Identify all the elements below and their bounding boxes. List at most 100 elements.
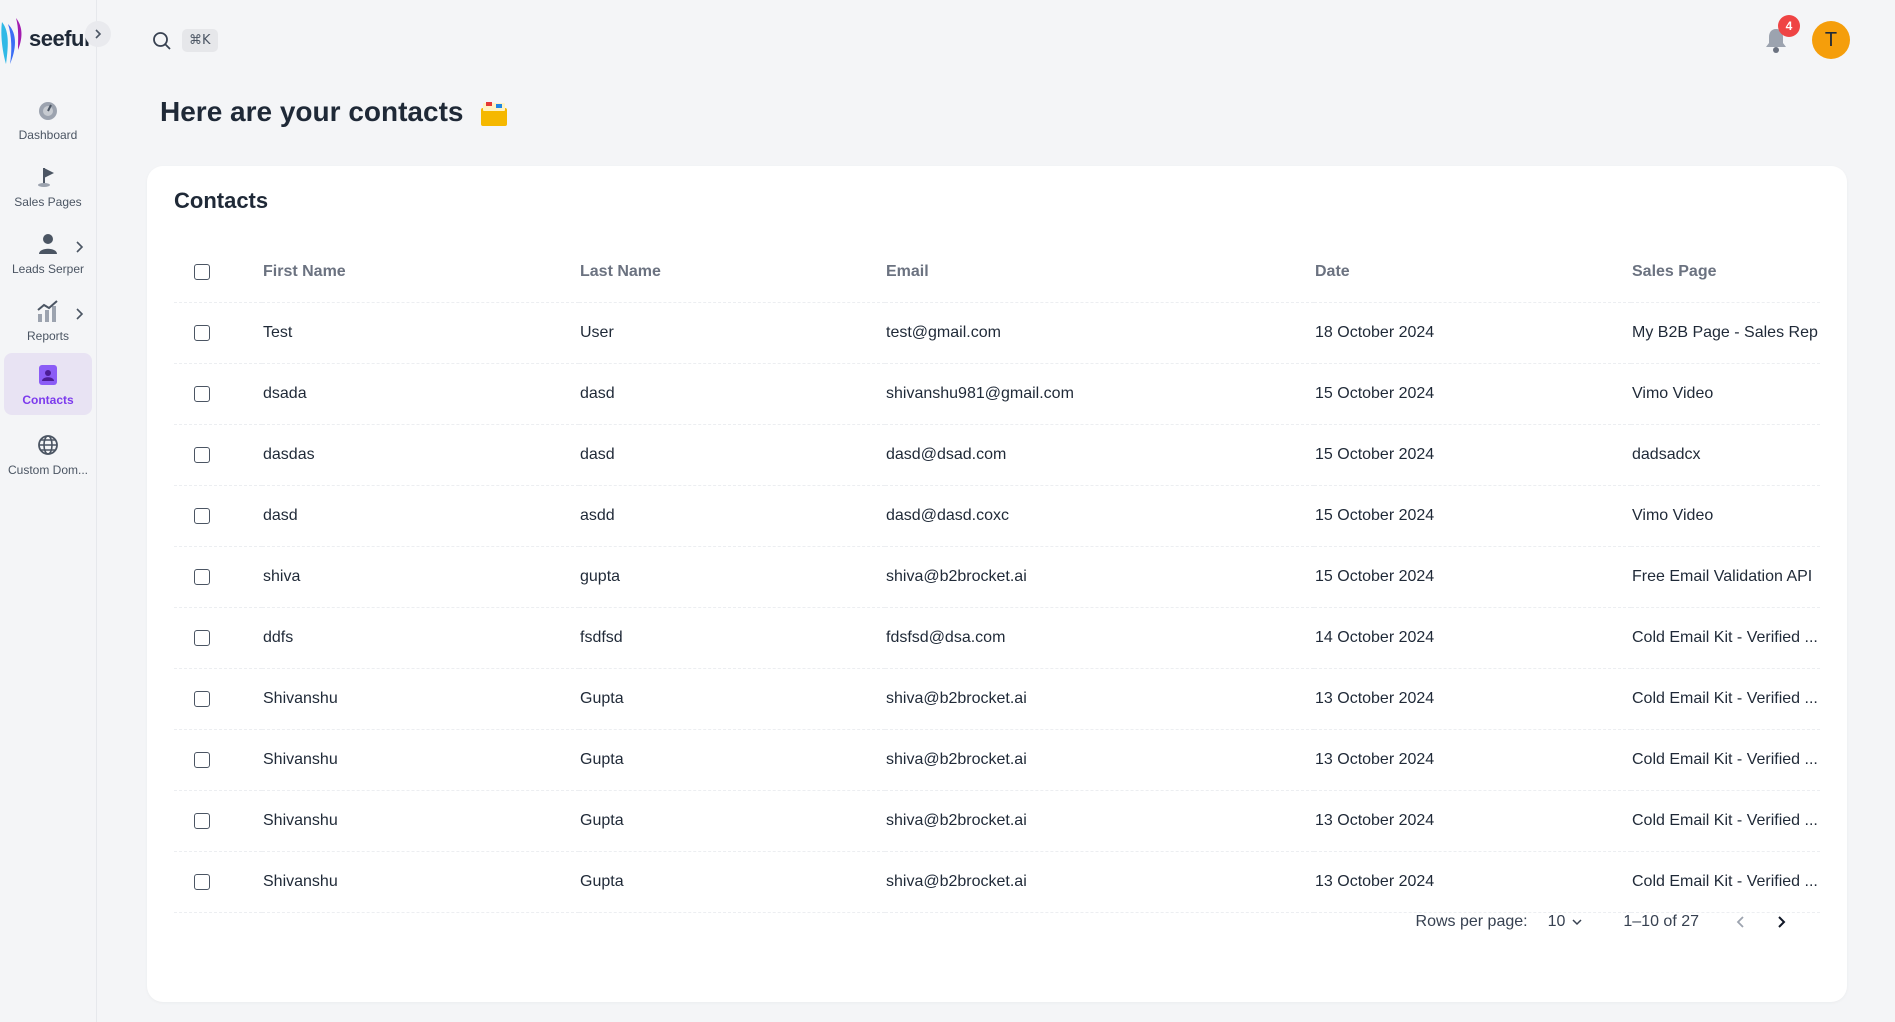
chart-icon bbox=[36, 299, 60, 323]
table-row[interactable]: dasd asdd dasd@dasd.coxc 15 October 2024… bbox=[174, 485, 1820, 547]
row-checkbox[interactable] bbox=[194, 385, 210, 402]
cell-first-name: dasdas bbox=[262, 424, 579, 486]
row-checkbox[interactable] bbox=[194, 446, 210, 463]
cell-last-name: fsdfsd bbox=[579, 607, 885, 669]
cell-sales-page: Free Email Validation API bbox=[1631, 546, 1820, 608]
cell-date: 13 October 2024 bbox=[1314, 729, 1631, 791]
page-title-text: Here are your contacts bbox=[160, 96, 464, 127]
chevron-down-icon bbox=[1572, 919, 1582, 926]
sidebar-item-leads-serper[interactable]: Leads Serper bbox=[4, 222, 92, 284]
cell-first-name: ddfs bbox=[262, 607, 579, 669]
cell-sales-page: dadsadcx bbox=[1631, 424, 1820, 486]
cell-last-name: Gupta bbox=[579, 851, 885, 913]
cell-date: 18 October 2024 bbox=[1314, 302, 1631, 364]
user-icon bbox=[38, 232, 58, 256]
table-row[interactable]: Shivanshu Gupta shiva@b2brocket.ai 13 Oc… bbox=[174, 851, 1820, 913]
cell-last-name: Gupta bbox=[579, 668, 885, 730]
cell-email: dasd@dasd.coxc bbox=[885, 485, 1314, 547]
sidebar-item-custom-domains[interactable]: Custom Dom... bbox=[4, 423, 92, 485]
cell-email: fdsfsd@dsa.com bbox=[885, 607, 1314, 669]
avatar[interactable]: T bbox=[1812, 21, 1850, 59]
column-header-last-name[interactable]: Last Name bbox=[579, 242, 885, 303]
select-all-cell bbox=[174, 242, 262, 303]
next-page-button[interactable] bbox=[1769, 910, 1793, 934]
flag-icon bbox=[38, 165, 58, 189]
row-checkbox[interactable] bbox=[194, 507, 210, 524]
cell-email: shiva@b2brocket.ai bbox=[885, 546, 1314, 608]
cell-first-name: Shivanshu bbox=[262, 790, 579, 852]
rows-per-page-select[interactable]: 10 bbox=[1548, 913, 1584, 931]
cell-first-name: shiva bbox=[262, 546, 579, 608]
pagination: Rows per page: 10 1–10 of 27 bbox=[1416, 910, 1793, 934]
row-checkbox[interactable] bbox=[194, 873, 210, 890]
cell-sales-page: Vimo Video bbox=[1631, 363, 1820, 425]
cell-date: 15 October 2024 bbox=[1314, 546, 1631, 608]
contact-card-icon bbox=[38, 363, 58, 387]
card-index-dividers-icon bbox=[481, 101, 508, 126]
cell-last-name: Gupta bbox=[579, 790, 885, 852]
column-header-date[interactable]: Date bbox=[1314, 242, 1631, 303]
row-checkbox[interactable] bbox=[194, 324, 210, 341]
contacts-table: First Name Last Name Email Date Sales Pa… bbox=[174, 242, 1820, 913]
contacts-card: Contacts First Name Last Name Email Date… bbox=[147, 166, 1847, 1002]
sidebar-collapse-button[interactable] bbox=[85, 21, 111, 47]
globe-icon bbox=[37, 433, 59, 457]
cell-first-name: Shivanshu bbox=[262, 729, 579, 791]
sidebar-item-label: Leads Serper bbox=[11, 262, 85, 276]
table-row[interactable]: shiva gupta shiva@b2brocket.ai 15 Octobe… bbox=[174, 546, 1820, 608]
column-header-email[interactable]: Email bbox=[885, 242, 1314, 303]
cell-sales-page: Cold Email Kit - Verified ... bbox=[1631, 668, 1820, 730]
page-title: Here are your contacts bbox=[160, 96, 509, 128]
table-header-row: First Name Last Name Email Date Sales Pa… bbox=[174, 242, 1820, 303]
table-row[interactable]: Test User test@gmail.com 18 October 2024… bbox=[174, 302, 1820, 364]
cell-last-name: gupta bbox=[579, 546, 885, 608]
cell-last-name: Gupta bbox=[579, 729, 885, 791]
cell-sales-page: Cold Email Kit - Verified ... bbox=[1631, 790, 1820, 852]
table-row[interactable]: dasdas dasd dasd@dsad.com 15 October 202… bbox=[174, 424, 1820, 486]
row-checkbox[interactable] bbox=[194, 751, 210, 768]
cell-first-name: dasd bbox=[262, 485, 579, 547]
cell-first-name: dsada bbox=[262, 363, 579, 425]
sidebar-item-reports[interactable]: Reports bbox=[4, 289, 92, 351]
row-checkbox[interactable] bbox=[194, 690, 210, 707]
cell-first-name: Shivanshu bbox=[262, 668, 579, 730]
dashboard-gauge-icon bbox=[37, 98, 59, 122]
sidebar-item-label: Custom Dom... bbox=[7, 463, 88, 477]
cell-email: test@gmail.com bbox=[885, 302, 1314, 364]
previous-page-button[interactable] bbox=[1729, 910, 1753, 934]
cell-date: 15 October 2024 bbox=[1314, 363, 1631, 425]
sidebar-item-label: Contacts bbox=[22, 393, 74, 407]
rows-per-page-label: Rows per page: bbox=[1415, 913, 1528, 930]
select-all-checkbox[interactable] bbox=[194, 263, 210, 280]
chevron-left-icon bbox=[1736, 916, 1744, 928]
row-checkbox[interactable] bbox=[194, 812, 210, 829]
table-row[interactable]: ddfs fsdfsd fdsfsd@dsa.com 14 October 20… bbox=[174, 607, 1820, 669]
cell-sales-page: My B2B Page - Sales Rep bbox=[1631, 302, 1820, 364]
cell-date: 15 October 2024 bbox=[1314, 485, 1631, 547]
table-row[interactable]: Shivanshu Gupta shiva@b2brocket.ai 13 Oc… bbox=[174, 729, 1820, 791]
sidebar-item-sales-pages[interactable]: Sales Pages bbox=[4, 155, 92, 217]
search-button[interactable]: ⌘K bbox=[152, 29, 218, 52]
notification-count-badge: 4 bbox=[1778, 15, 1800, 37]
column-header-first-name[interactable]: First Name bbox=[262, 242, 579, 303]
sidebar-item-contacts[interactable]: Contacts bbox=[4, 353, 92, 415]
search-shortcut-hint: ⌘K bbox=[182, 29, 218, 52]
table-row[interactable]: Shivanshu Gupta shiva@b2brocket.ai 13 Oc… bbox=[174, 668, 1820, 730]
cell-email: shiva@b2brocket.ai bbox=[885, 668, 1314, 730]
row-checkbox[interactable] bbox=[194, 568, 210, 585]
cell-date: 13 October 2024 bbox=[1314, 790, 1631, 852]
chevron-right-icon bbox=[76, 241, 84, 253]
cell-last-name: dasd bbox=[579, 424, 885, 486]
cell-date: 15 October 2024 bbox=[1314, 424, 1631, 486]
row-checkbox[interactable] bbox=[194, 629, 210, 646]
cell-date: 14 October 2024 bbox=[1314, 607, 1631, 669]
sidebar-item-dashboard[interactable]: Dashboard bbox=[4, 88, 92, 150]
brand-logo[interactable]: seefunnel bbox=[0, 12, 96, 66]
cell-sales-page: Cold Email Kit - Verified ... bbox=[1631, 729, 1820, 791]
pagination-range: 1–10 of 27 bbox=[1623, 913, 1699, 930]
table-row[interactable]: Shivanshu Gupta shiva@b2brocket.ai 13 Oc… bbox=[174, 790, 1820, 852]
cell-sales-page: Cold Email Kit - Verified ... bbox=[1631, 607, 1820, 669]
column-header-sales-page[interactable]: Sales Page bbox=[1631, 242, 1820, 303]
cell-date: 13 October 2024 bbox=[1314, 668, 1631, 730]
table-row[interactable]: dsada dasd shivanshu981@gmail.com 15 Oct… bbox=[174, 363, 1820, 425]
